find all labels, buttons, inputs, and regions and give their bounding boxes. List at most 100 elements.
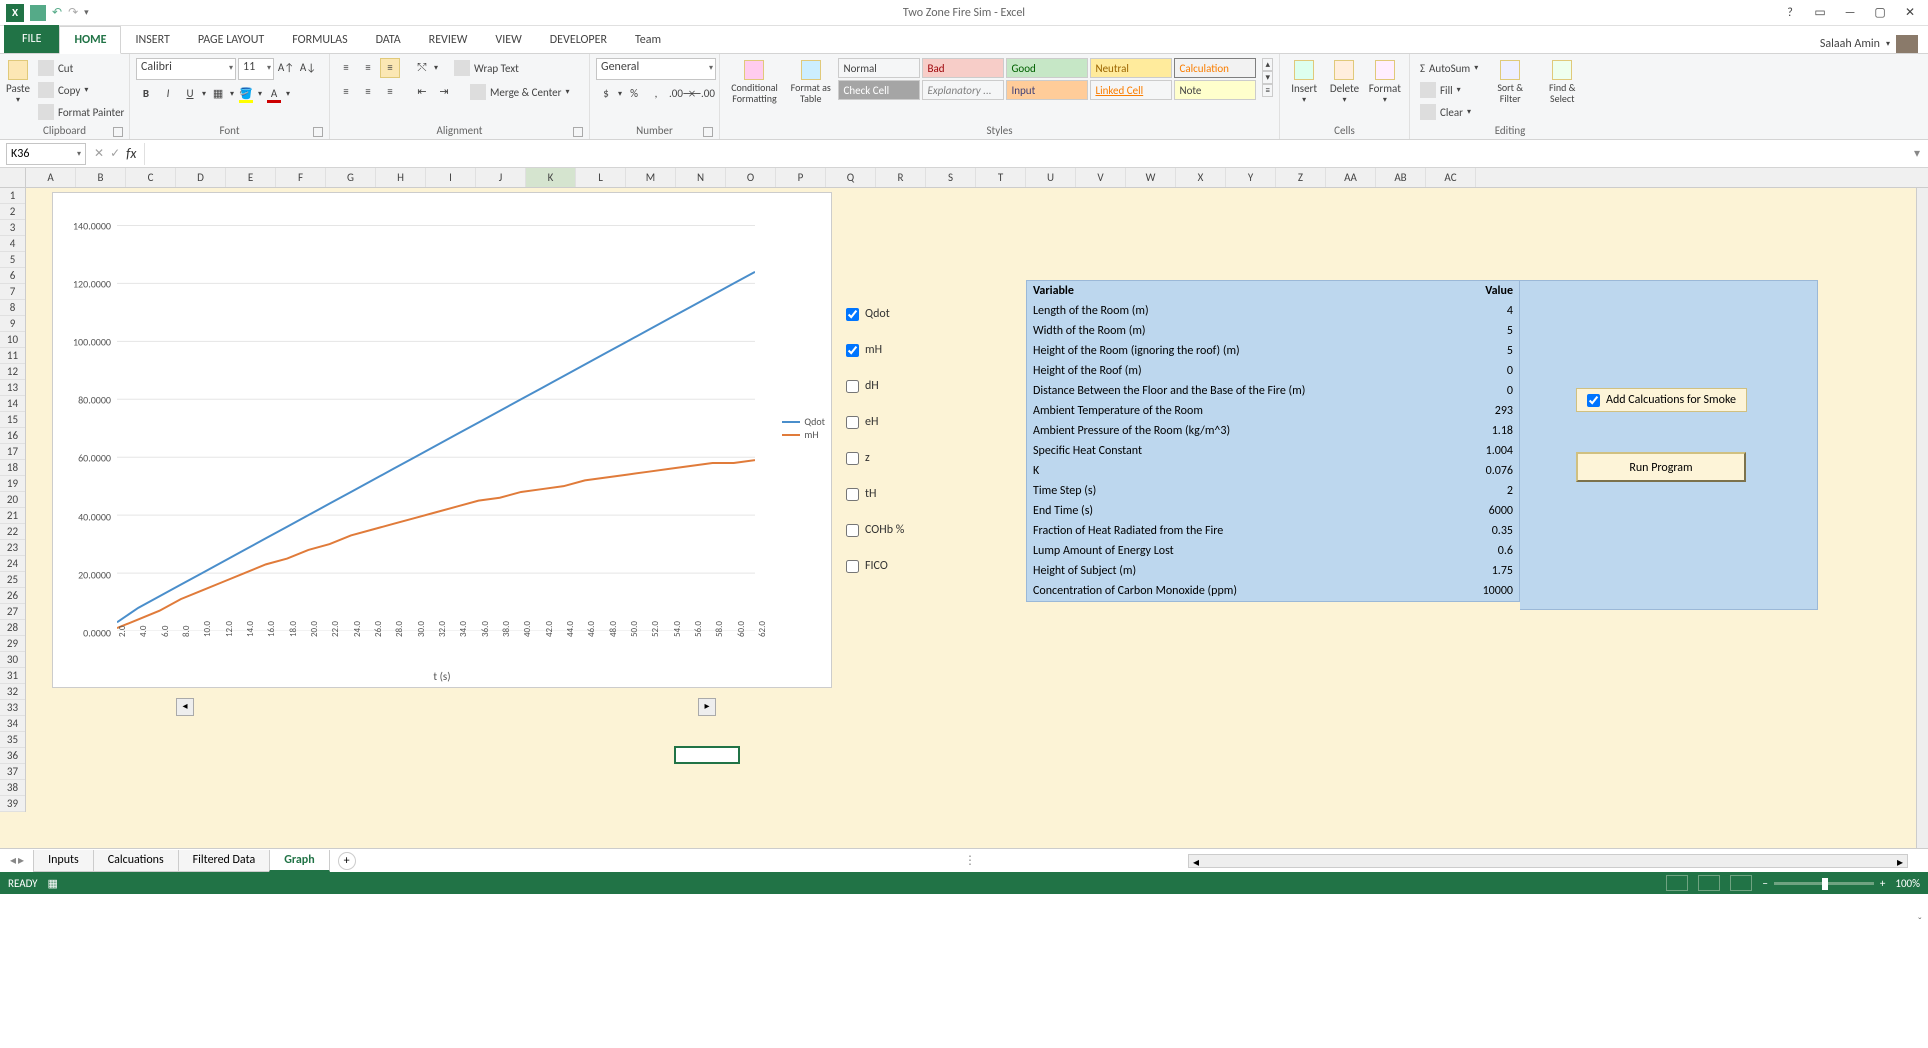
style-linked-cell[interactable]: Linked Cell bbox=[1090, 80, 1172, 100]
account-area[interactable]: Salaah Amin ▾ bbox=[1820, 35, 1918, 53]
row-header-9[interactable]: 9 bbox=[0, 316, 25, 332]
row-header-18[interactable]: 18 bbox=[0, 460, 25, 476]
styles-scroll-down-icon[interactable]: ▾ bbox=[1262, 71, 1273, 84]
tab-file[interactable]: FILE bbox=[4, 25, 59, 53]
checkbox-mh[interactable]: mH bbox=[846, 332, 996, 368]
fill-color-button[interactable]: 🪣 bbox=[236, 84, 256, 104]
formula-input[interactable] bbox=[144, 143, 1906, 165]
row-header-10[interactable]: 10 bbox=[0, 332, 25, 348]
minimize-icon[interactable]: — bbox=[1840, 6, 1860, 20]
format-cells-button[interactable]: Format▾ bbox=[1367, 58, 1403, 105]
col-header-A[interactable]: A bbox=[26, 168, 76, 187]
checkbox-fico[interactable]: FICO bbox=[846, 548, 996, 584]
excel-icon[interactable]: X bbox=[6, 4, 24, 22]
row-header-8[interactable]: 8 bbox=[0, 300, 25, 316]
row-header-7[interactable]: 7 bbox=[0, 284, 25, 300]
row-header-38[interactable]: 38 bbox=[0, 780, 25, 796]
align-left-icon[interactable]: ≡ bbox=[336, 82, 356, 102]
row-header-4[interactable]: 4 bbox=[0, 236, 25, 252]
cut-button[interactable]: Cut bbox=[34, 58, 128, 78]
styles-scroll-up-icon[interactable]: ▴ bbox=[1262, 58, 1273, 71]
styles-more-icon[interactable]: ≡ bbox=[1262, 84, 1273, 97]
sheet-nav-last-icon[interactable]: ▸ bbox=[18, 853, 24, 868]
delete-cells-button[interactable]: Delete▾ bbox=[1326, 58, 1362, 105]
style-bad[interactable]: Bad bbox=[922, 58, 1004, 78]
align-middle-icon[interactable]: ≡ bbox=[358, 58, 378, 78]
comma-format-icon[interactable]: , bbox=[646, 84, 666, 104]
checkbox-z[interactable]: z bbox=[846, 440, 996, 476]
col-header-S[interactable]: S bbox=[926, 168, 976, 187]
number-format-select[interactable]: General▾ bbox=[596, 58, 716, 80]
row-header-13[interactable]: 13 bbox=[0, 380, 25, 396]
scroll-track[interactable] bbox=[194, 698, 698, 716]
vertical-scrollbar[interactable] bbox=[1916, 188, 1928, 848]
row-header-35[interactable]: 35 bbox=[0, 732, 25, 748]
col-header-L[interactable]: L bbox=[576, 168, 626, 187]
account-menu-icon[interactable]: ▾ bbox=[1886, 39, 1890, 49]
sheet-nav-first-icon[interactable]: ◂ bbox=[10, 853, 16, 868]
row-header-30[interactable]: 30 bbox=[0, 652, 25, 668]
row-header-29[interactable]: 29 bbox=[0, 636, 25, 652]
tab-home[interactable]: HOME bbox=[59, 26, 121, 54]
increase-decimal-icon[interactable]: .00→ bbox=[668, 84, 688, 104]
tab-data[interactable]: DATA bbox=[362, 27, 415, 53]
conditional-formatting-button[interactable]: Conditional Formatting bbox=[726, 58, 783, 104]
style-input[interactable]: Input bbox=[1006, 80, 1088, 100]
col-header-D[interactable]: D bbox=[176, 168, 226, 187]
row-header-26[interactable]: 26 bbox=[0, 588, 25, 604]
percent-format-icon[interactable]: % bbox=[624, 84, 644, 104]
row-header-6[interactable]: 6 bbox=[0, 268, 25, 284]
col-header-W[interactable]: W bbox=[1126, 168, 1176, 187]
row-header-15[interactable]: 15 bbox=[0, 412, 25, 428]
sheet-body[interactable]: 0.000020.000040.000060.000080.0000100.00… bbox=[26, 188, 1916, 848]
col-header-Z[interactable]: Z bbox=[1276, 168, 1326, 187]
scroll-left-icon[interactable]: ◂ bbox=[176, 698, 194, 716]
format-as-table-button[interactable]: Format as Table bbox=[787, 58, 834, 104]
col-header-T[interactable]: T bbox=[976, 168, 1026, 187]
col-header-AB[interactable]: AB bbox=[1376, 168, 1426, 187]
select-all-corner[interactable] bbox=[0, 168, 26, 187]
row-header-21[interactable]: 21 bbox=[0, 508, 25, 524]
fill-button[interactable]: Fill▾ bbox=[1416, 80, 1482, 100]
tab-developer[interactable]: DEVELOPER bbox=[536, 27, 621, 53]
page-break-view-icon[interactable] bbox=[1730, 875, 1752, 891]
checkbox-dh[interactable]: dH bbox=[846, 368, 996, 404]
find-select-button[interactable]: Find & Select bbox=[1538, 58, 1586, 104]
col-header-N[interactable]: N bbox=[676, 168, 726, 187]
row-header-22[interactable]: 22 bbox=[0, 524, 25, 540]
formula-cancel-icon[interactable]: ✕ bbox=[94, 146, 104, 161]
style-calculation[interactable]: Calculation bbox=[1174, 58, 1256, 78]
close-icon[interactable]: ✕ bbox=[1900, 5, 1920, 20]
row-header-34[interactable]: 34 bbox=[0, 716, 25, 732]
row-header-33[interactable]: 33 bbox=[0, 700, 25, 716]
zoom-out-icon[interactable]: − bbox=[1762, 877, 1767, 890]
style-check-cell[interactable]: Check Cell bbox=[838, 80, 920, 100]
row-header-39[interactable]: 39 bbox=[0, 796, 25, 812]
hscroll-right-icon[interactable]: ▸ bbox=[1893, 855, 1907, 870]
row-header-14[interactable]: 14 bbox=[0, 396, 25, 412]
collapse-ribbon-icon[interactable]: ˇ bbox=[1918, 915, 1922, 928]
merge-center-button[interactable]: Merge & Center▾ bbox=[466, 82, 574, 102]
sheet-tab-filtered-data[interactable]: Filtered Data bbox=[178, 850, 271, 872]
font-color-button[interactable]: A bbox=[264, 84, 284, 104]
sheet-tab-inputs[interactable]: Inputs bbox=[33, 850, 94, 872]
row-header-31[interactable]: 31 bbox=[0, 668, 25, 684]
chart[interactable]: 0.000020.000040.000060.000080.0000100.00… bbox=[52, 192, 832, 688]
orientation-icon[interactable]: ⤲ bbox=[412, 58, 432, 78]
row-header-5[interactable]: 5 bbox=[0, 252, 25, 268]
row-header-25[interactable]: 25 bbox=[0, 572, 25, 588]
col-header-M[interactable]: M bbox=[626, 168, 676, 187]
format-painter-button[interactable]: Format Painter bbox=[34, 102, 128, 122]
row-header-1[interactable]: 1 bbox=[0, 188, 25, 204]
col-header-H[interactable]: H bbox=[376, 168, 426, 187]
col-header-P[interactable]: P bbox=[776, 168, 826, 187]
col-header-V[interactable]: V bbox=[1076, 168, 1126, 187]
col-header-F[interactable]: F bbox=[276, 168, 326, 187]
zoom-in-icon[interactable]: + bbox=[1880, 877, 1885, 890]
paste-button[interactable]: Paste ▾ bbox=[6, 58, 30, 105]
add-smoke-checkbox-input[interactable] bbox=[1587, 394, 1600, 407]
decrease-indent-icon[interactable]: ⇤ bbox=[412, 82, 432, 102]
col-header-Y[interactable]: Y bbox=[1226, 168, 1276, 187]
increase-indent-icon[interactable]: ⇥ bbox=[434, 82, 454, 102]
style-note[interactable]: Note bbox=[1174, 80, 1256, 100]
